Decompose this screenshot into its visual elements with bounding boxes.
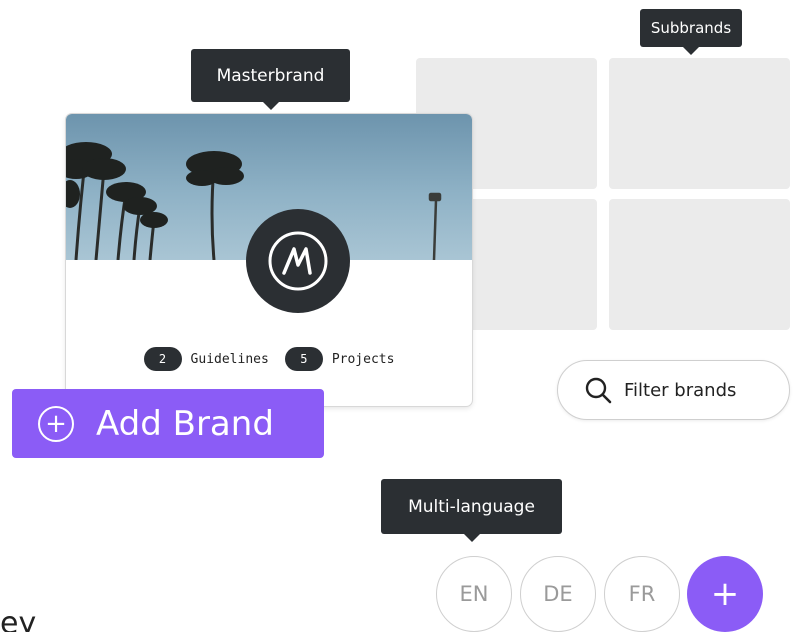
language-de-button[interactable]: DE <box>520 556 596 632</box>
search-icon <box>585 377 612 404</box>
brand-logo <box>246 209 350 313</box>
brand-m-logo-icon <box>268 231 328 291</box>
language-en-button[interactable]: EN <box>436 556 512 632</box>
partial-text: ey <box>0 606 37 632</box>
brand-stats: 2 Guidelines 5 Projects <box>66 346 472 372</box>
multi-language-tooltip: Multi-language <box>381 479 562 534</box>
language-code: DE <box>543 582 573 606</box>
subbrand-tile[interactable] <box>609 199 790 330</box>
language-fr-button[interactable]: FR <box>604 556 680 632</box>
masterbrand-tooltip: Masterbrand <box>191 49 350 102</box>
language-code: FR <box>628 582 656 606</box>
plus-circle-icon: + <box>38 405 74 442</box>
filter-brands-label: Filter brands <box>624 379 737 401</box>
masterbrand-card[interactable]: 2 Guidelines 5 Projects <box>66 114 472 406</box>
add-brand-label: Add Brand <box>96 403 274 444</box>
add-brand-button[interactable]: + Add Brand <box>12 389 324 458</box>
projects-label: Projects <box>331 351 395 367</box>
plus-icon: + <box>710 574 740 614</box>
subbrands-tooltip: Subbrands <box>640 9 742 47</box>
language-code: EN <box>459 582 489 606</box>
projects-stat[interactable]: 5 Projects <box>284 347 395 371</box>
add-language-button[interactable]: + <box>687 556 763 632</box>
guidelines-stat[interactable]: 2 Guidelines <box>143 347 269 371</box>
subbrands-tooltip-label: Subbrands <box>650 19 732 37</box>
subbrand-tile[interactable] <box>609 58 790 189</box>
projects-count-badge: 5 <box>284 347 323 371</box>
guidelines-label: Guidelines <box>190 351 269 367</box>
filter-brands-input[interactable]: Filter brands <box>557 360 790 420</box>
masterbrand-tooltip-label: Masterbrand <box>216 65 325 86</box>
guidelines-count-badge: 2 <box>143 347 182 371</box>
multi-language-tooltip-label: Multi-language <box>408 496 535 517</box>
